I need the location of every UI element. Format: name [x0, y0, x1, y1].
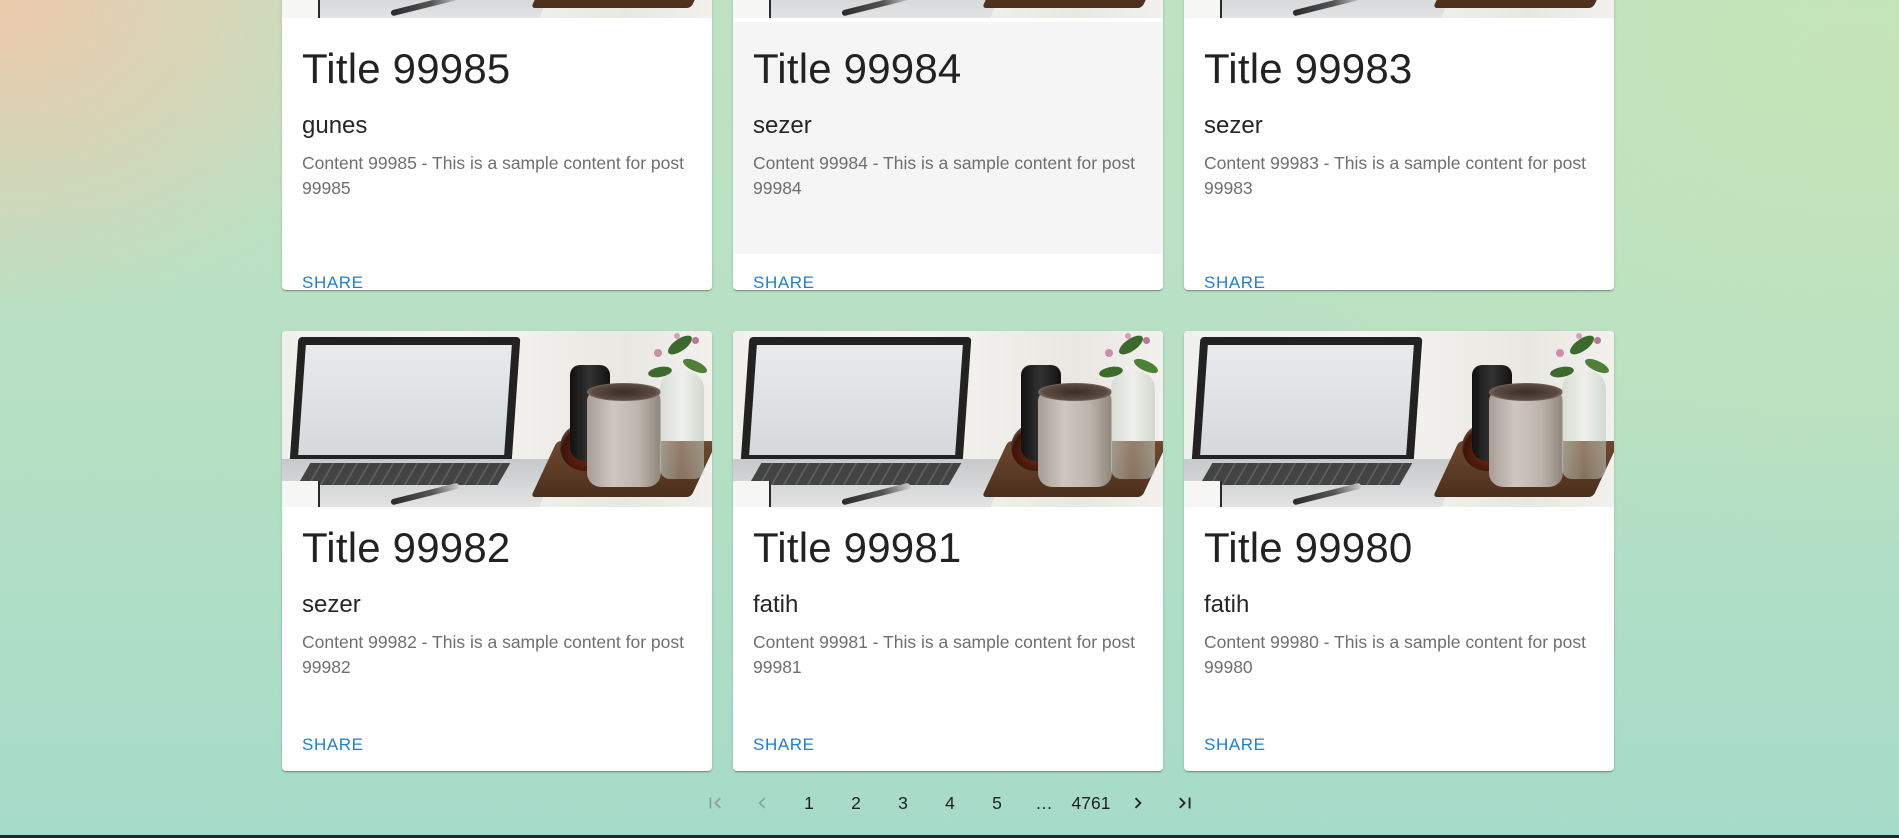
post-title: Title 99980 — [1204, 524, 1413, 571]
next-page-button[interactable] — [1118, 784, 1158, 822]
chevron-right-icon — [1134, 797, 1142, 809]
share-button[interactable]: SHARE — [1204, 273, 1266, 290]
post-image — [1184, 0, 1614, 18]
post-title: Title 99982 — [302, 524, 511, 571]
post-content: Content 99985 - This is a sample content… — [302, 152, 684, 198]
first-page-icon — [709, 797, 721, 809]
post-title: Title 99984 — [753, 45, 962, 92]
pagination-ellipsis: … — [1035, 792, 1053, 813]
post-card[interactable]: Title 99980 fatih Content 99980 - This i… — [1184, 331, 1614, 771]
post-author: sezer — [1204, 112, 1263, 140]
share-button[interactable]: SHARE — [302, 735, 364, 755]
last-page-icon — [1179, 797, 1191, 809]
page-5-button[interactable]: 5 — [977, 784, 1017, 822]
post-card[interactable]: Title 99985 gunes Content 99985 - This i… — [282, 0, 712, 290]
post-card[interactable]: Title 99984 sezer Content 99984 - This i… — [733, 0, 1163, 290]
post-author: fatih — [1204, 591, 1250, 619]
post-title: Title 99985 — [302, 45, 511, 92]
post-author: sezer — [302, 591, 361, 619]
page-2-button[interactable]: 2 — [836, 784, 876, 822]
previous-page-button[interactable] — [742, 784, 782, 822]
share-button[interactable]: SHARE — [1204, 735, 1266, 755]
page-1-button[interactable]: 1 — [789, 784, 829, 822]
post-content: Content 99983 - This is a sample content… — [1204, 152, 1586, 198]
post-card[interactable]: Title 99981 fatih Content 99981 - This i… — [733, 331, 1163, 771]
page-3-button[interactable]: 3 — [883, 784, 923, 822]
post-author: gunes — [302, 112, 368, 140]
post-content: Content 99984 - This is a sample content… — [753, 152, 1135, 198]
first-page-button[interactable] — [695, 784, 735, 822]
post-image — [733, 0, 1163, 18]
post-image — [733, 331, 1163, 507]
post-card[interactable]: Title 99983 sezer Content 99983 - This i… — [1184, 0, 1614, 290]
post-title: Title 99981 — [753, 524, 962, 571]
post-content: Content 99982 - This is a sample content… — [302, 631, 684, 677]
post-author: sezer — [753, 112, 812, 140]
share-button[interactable]: SHARE — [753, 273, 815, 290]
post-image — [1184, 331, 1614, 507]
post-content: Content 99980 - This is a sample content… — [1204, 631, 1586, 677]
chevron-left-icon — [758, 797, 766, 809]
pagination: 1 2 3 4 5 … 4761 — [0, 784, 1899, 822]
post-card[interactable]: Title 99982 sezer Content 99982 - This i… — [282, 331, 712, 771]
post-image — [282, 331, 712, 507]
post-content: Content 99981 - This is a sample content… — [753, 631, 1135, 677]
share-button[interactable]: SHARE — [753, 735, 815, 755]
share-button[interactable]: SHARE — [302, 273, 364, 290]
post-title: Title 99983 — [1204, 45, 1413, 92]
last-page-number-button[interactable]: 4761 — [1071, 784, 1111, 822]
post-image — [282, 0, 712, 18]
post-author: fatih — [753, 591, 799, 619]
page-4-button[interactable]: 4 — [930, 784, 970, 822]
last-page-button[interactable] — [1165, 784, 1205, 822]
